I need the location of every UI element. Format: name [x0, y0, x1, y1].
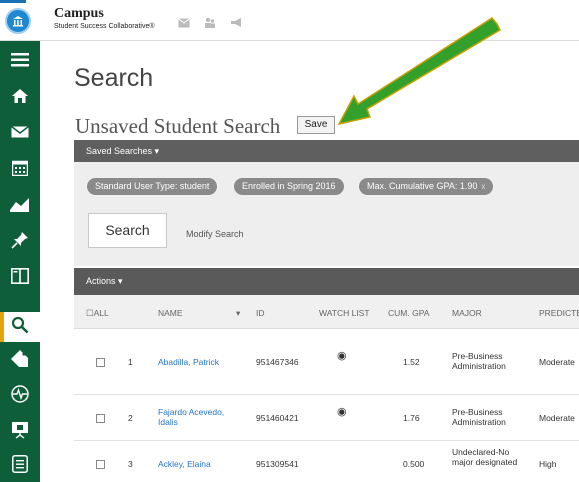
mail-icon [11, 125, 29, 143]
student-name-link[interactable]: Abadilla, Patrick [158, 357, 219, 367]
row-checkbox[interactable] [96, 414, 105, 423]
document-icon [12, 454, 28, 478]
home-icon [11, 88, 29, 109]
student-id: 951460421 [256, 413, 299, 423]
predicted-risk: Moderate [539, 357, 575, 367]
table-row: 3 Ackley, Elaina 951309541 0.500 Undecla… [74, 441, 579, 482]
row-number: 3 [128, 459, 133, 469]
sort-chevron-icon[interactable]: ▾ [236, 308, 240, 319]
sidebar-item-document[interactable] [0, 451, 40, 481]
column-header-major[interactable]: MAJOR [452, 308, 482, 318]
sidebar-item-health[interactable] [0, 381, 40, 411]
cum-gpa: 1.76 [403, 413, 420, 423]
sidebar [0, 41, 40, 482]
search-icon [11, 316, 29, 339]
active-indicator [0, 312, 4, 342]
column-header-cum-gpa[interactable]: CUM. GPA [388, 308, 429, 318]
sidebar-item-book[interactable] [0, 263, 40, 293]
megaphone-icon[interactable] [230, 15, 243, 33]
campus-logo-icon[interactable] [5, 8, 31, 34]
major: Undeclared-No major designated [452, 447, 518, 467]
sidebar-item-analytics[interactable] [0, 191, 40, 221]
student-name-link[interactable]: Fajardo Acevedo, Idalis [158, 407, 243, 427]
column-header-predicted[interactable]: PREDICTE [539, 308, 579, 318]
filter-area: Standard User Type: student Enrolled in … [74, 162, 579, 266]
row-checkbox[interactable] [96, 358, 105, 367]
filter-pill-label: Enrolled in Spring 2016 [242, 181, 336, 191]
brand-title: Campus [54, 6, 104, 21]
row-number: 1 [128, 357, 133, 367]
filter-pill-gpa[interactable]: Max. Cumulative GPA: 1.90 x [359, 178, 494, 195]
major: Pre-Business Administration [452, 407, 506, 427]
save-button[interactable]: Save [297, 116, 335, 134]
calendar-icon [11, 160, 29, 181]
predicted-risk: Moderate [539, 413, 575, 423]
filter-pill-label: Standard User Type: student [95, 181, 210, 191]
table-row: 2 Fajardo Acevedo, Idalis 951460421 ◉ 1.… [74, 395, 579, 441]
modify-search-link[interactable]: Modify Search [186, 229, 244, 239]
presentation-icon [11, 421, 29, 444]
book-icon [11, 267, 29, 289]
eye-icon[interactable]: ◉ [337, 405, 347, 418]
column-header-name[interactable]: NAME [158, 308, 183, 318]
actions-dropdown[interactable]: Actions ▾ [74, 268, 579, 295]
people-icon[interactable] [204, 15, 216, 33]
sidebar-item-tag[interactable] [0, 346, 40, 376]
column-header-watch-list[interactable]: WATCH LIST [319, 308, 370, 318]
sidebar-item-search[interactable] [0, 312, 40, 342]
student-name-link[interactable]: Ackley, Elaina [158, 459, 211, 469]
mail-icon[interactable] [178, 15, 190, 33]
major: Pre-Business Administration [452, 351, 506, 371]
sidebar-item-mail[interactable] [0, 119, 40, 149]
predicted-risk: High [539, 459, 557, 469]
table-header: ☐ALL NAME ▾ ID WATCH LIST CUM. GPA MAJOR… [74, 295, 579, 329]
saved-searches-dropdown[interactable]: Saved Searches ▾ [74, 140, 579, 162]
cum-gpa: 0.500 [403, 459, 425, 469]
search-button[interactable]: Search [88, 213, 167, 248]
filter-pill-user-type[interactable]: Standard User Type: student [87, 178, 218, 195]
filter-pill-label: Max. Cumulative GPA: 1.90 [367, 181, 478, 191]
sidebar-item-pin[interactable] [0, 227, 40, 257]
eye-icon[interactable]: ◉ [337, 349, 347, 362]
sidebar-item-calendar[interactable] [0, 155, 40, 185]
remove-filter-icon[interactable]: x [481, 182, 485, 191]
search-subtitle: Unsaved Student Search [75, 114, 281, 138]
brand: Campus Student Success Collaborative® [54, 6, 155, 31]
brand-subtitle: Student Success Collaborative® [54, 23, 155, 30]
sidebar-item-presentation[interactable] [0, 417, 40, 447]
pin-icon [11, 231, 29, 254]
heartbeat-icon [11, 384, 29, 408]
row-number: 2 [128, 413, 133, 423]
select-all-checkbox[interactable]: ☐ALL [86, 308, 109, 319]
student-id: 951309541 [256, 459, 299, 469]
sidebar-item-home[interactable] [0, 83, 40, 113]
page-title: Search [74, 64, 154, 92]
analytics-icon [10, 196, 30, 217]
top-accent-strip [0, 0, 26, 3]
row-checkbox[interactable] [96, 460, 105, 469]
tag-icon [10, 349, 30, 373]
filter-pill-enrolled[interactable]: Enrolled in Spring 2016 [234, 178, 344, 195]
column-header-id[interactable]: ID [256, 308, 265, 318]
menu-icon [11, 52, 29, 72]
sidebar-item-menu[interactable] [0, 47, 40, 77]
student-id: 951467346 [256, 357, 299, 367]
top-icons [178, 15, 243, 33]
top-bar: Campus Student Success Collaborative® [0, 0, 579, 41]
cum-gpa: 1.52 [403, 357, 420, 367]
table-row: 1 Abadilla, Patrick 951467346 ◉ 1.52 Pre… [74, 329, 579, 395]
